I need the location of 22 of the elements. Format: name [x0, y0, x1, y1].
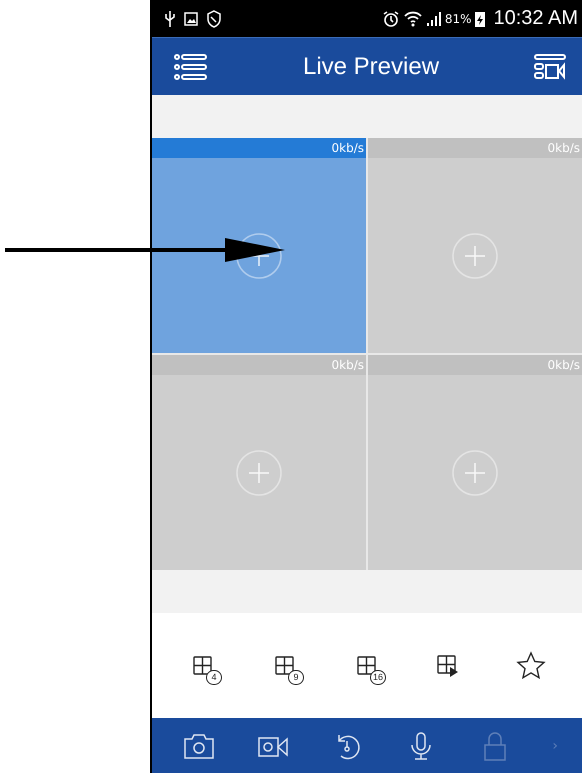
- grid-layout-button[interactable]: 9: [268, 648, 302, 682]
- usb-icon: [164, 10, 176, 28]
- wifi-icon: [402, 10, 423, 28]
- screen-title: Live Preview: [302, 52, 440, 80]
- bitrate-label: 0kb/s: [548, 358, 580, 372]
- menu-icon[interactable]: [174, 52, 208, 80]
- bitrate-label: 0kb/s: [332, 141, 364, 155]
- shield-icon: [206, 10, 222, 28]
- grid-icon: [357, 656, 377, 676]
- camera-list-icon[interactable]: [534, 54, 566, 80]
- battery-level: 81%: [444, 12, 472, 26]
- bitrate-label: 0kb/s: [548, 141, 580, 155]
- signal-icon: [426, 10, 442, 26]
- clock-time: 10:32 AM: [493, 7, 578, 30]
- grid-icon: [275, 656, 295, 676]
- battery-icon: [474, 10, 486, 28]
- grid-icon: [193, 656, 213, 676]
- image-icon: [184, 12, 198, 26]
- bitrate-label: 0kb/s: [332, 358, 364, 372]
- alarm-icon: [382, 10, 400, 28]
- grid-layout-button[interactable]: 4: [186, 648, 220, 682]
- grid-layout-button[interactable]: 16: [350, 648, 384, 682]
